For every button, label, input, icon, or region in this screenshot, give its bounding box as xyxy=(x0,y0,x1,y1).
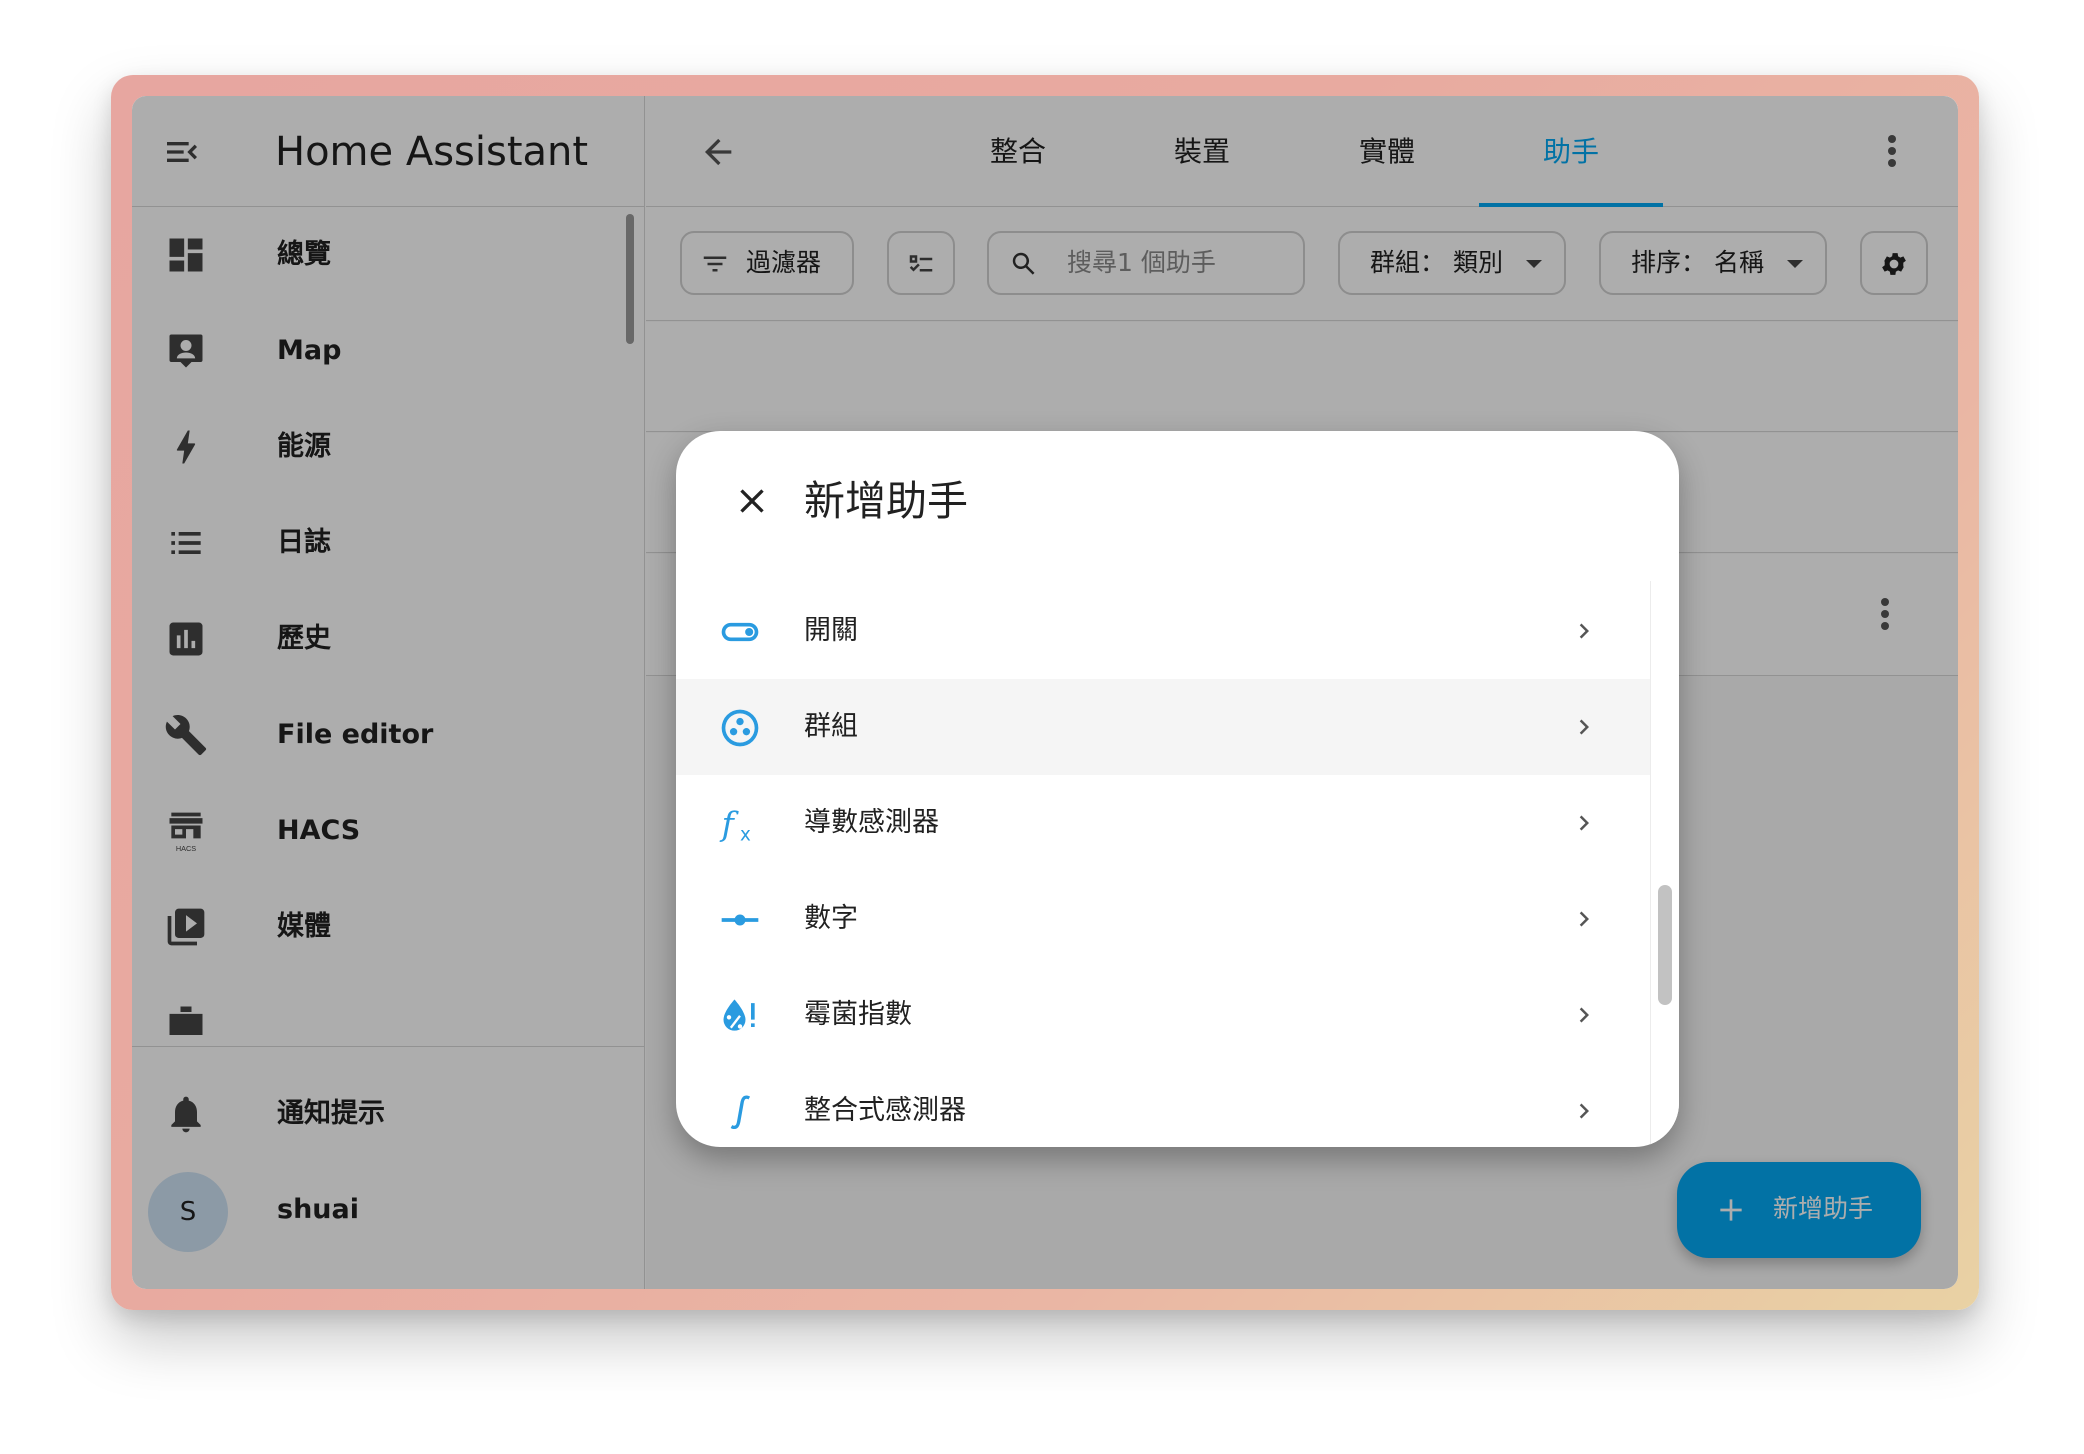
chevron-right-icon xyxy=(1579,623,1589,639)
list-item-integration-sensor[interactable]: 整合式感測器 xyxy=(676,1063,1650,1147)
close-icon[interactable] xyxy=(732,481,772,521)
helper-type-list: 開關 群組 fx 導數感測器 數字 霉菌指數 整合式感測器 xyxy=(676,581,1650,1147)
dialog-scrollbar-thumb[interactable] xyxy=(1658,885,1672,1005)
list-item-number[interactable]: 數字 xyxy=(676,871,1650,967)
dialog-title: 新增助手 xyxy=(804,477,968,525)
svg-text:f: f xyxy=(719,804,740,843)
chevron-right-icon xyxy=(1579,911,1589,927)
function-variant-icon: fx xyxy=(719,804,751,846)
chevron-right-icon xyxy=(1579,1103,1589,1119)
chevron-right-icon xyxy=(1579,719,1589,735)
toggle-switch-icon xyxy=(721,622,759,642)
list-item-mold-indicator[interactable]: 霉菌指數 xyxy=(676,967,1650,1063)
water-percent-alert-icon xyxy=(723,999,755,1031)
dialog-scrollbar-track[interactable] xyxy=(1650,581,1679,1147)
list-item-group[interactable]: 群組 xyxy=(676,679,1650,775)
svg-text:x: x xyxy=(740,825,751,846)
list-item-label: 數字 xyxy=(804,903,858,934)
list-item-toggle[interactable]: 開關 xyxy=(676,583,1650,679)
integral-icon xyxy=(730,1095,751,1130)
list-item-label: 霉菌指數 xyxy=(804,999,912,1030)
app-window: Home Assistant 總覽 Map 能源 日誌 歷史 File edit… xyxy=(132,96,1958,1289)
chevron-right-icon xyxy=(1579,815,1589,831)
list-item-label: 開關 xyxy=(804,615,858,646)
group-circle-icon xyxy=(721,709,759,747)
chevron-right-icon xyxy=(1579,1007,1589,1023)
add-helper-dialog: 新增助手 開關 群組 fx 導數感測器 數字 霉菌指數 整合式感測器 xyxy=(676,431,1679,1147)
list-item-label: 整合式感測器 xyxy=(804,1095,966,1126)
ray-vertex-icon xyxy=(721,914,759,926)
list-item-label: 導數感測器 xyxy=(804,807,939,838)
list-item-label: 群組 xyxy=(804,711,858,742)
list-item-derivative[interactable]: fx 導數感測器 xyxy=(676,775,1650,871)
